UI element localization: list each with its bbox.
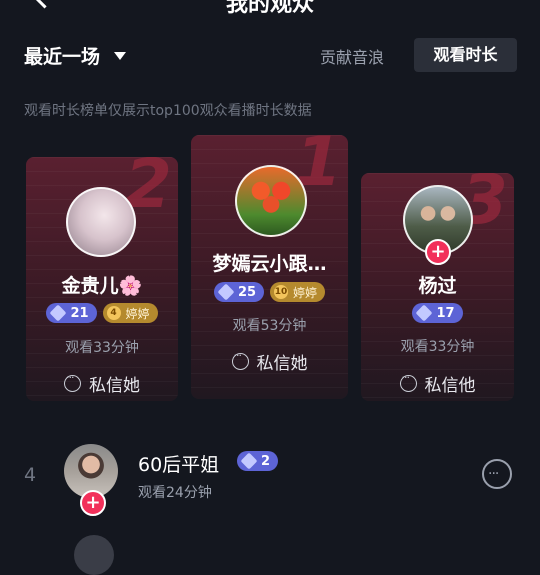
message-button-label: 私信她 xyxy=(89,376,140,396)
gem-icon xyxy=(240,452,258,470)
chat-icon[interactable]: ··· xyxy=(482,459,512,489)
message-button-label: 私信他 xyxy=(424,376,476,396)
message-button[interactable]: 私信他 xyxy=(361,371,514,396)
viewer-name: 60后平姐 xyxy=(138,454,220,476)
level-badge: 25 xyxy=(213,282,265,302)
follow-plus-icon[interactable]: + xyxy=(80,490,106,516)
chevron-down-icon xyxy=(114,51,127,60)
badge-row: 21 4 婷婷 xyxy=(26,303,178,323)
chat-icon xyxy=(231,349,249,370)
level-badge: 21 xyxy=(46,303,97,323)
level-badge: 2 xyxy=(237,451,279,471)
fan-level-icon: 4 xyxy=(106,306,121,320)
badge-row: 17 xyxy=(361,303,514,323)
avatar[interactable] xyxy=(74,535,114,575)
avatar[interactable] xyxy=(66,187,136,257)
fan-level-icon: 10 xyxy=(274,285,289,299)
watch-duration: 观看53分钟 xyxy=(232,318,307,334)
top-bar: 我的观众 xyxy=(0,0,540,18)
tab-watch-time[interactable]: 观看时长 xyxy=(414,38,517,72)
tab-contribution[interactable]: 贡献音浪 xyxy=(320,44,384,68)
viewer-name: 金贵儿🌸 xyxy=(61,275,143,297)
chat-icon xyxy=(399,371,417,392)
message-button[interactable]: 私信她 xyxy=(26,371,178,396)
message-button-label: 私信她 xyxy=(256,354,308,374)
level-badge: 17 xyxy=(412,303,463,323)
gem-icon xyxy=(49,304,67,322)
gem-icon xyxy=(217,283,235,301)
badge-row: 25 10 婷婷 xyxy=(191,282,348,302)
watch-duration: 观看33分钟 xyxy=(65,340,139,356)
top-card-2[interactable]: 2 金贵儿🌸 21 4婷婷 观看33分钟 私信她 xyxy=(26,157,178,401)
list-rank: 4 xyxy=(24,464,37,486)
watch-duration: 观看24分钟 xyxy=(138,485,212,501)
follow-plus-icon[interactable]: + xyxy=(425,239,451,265)
top-card-3[interactable]: 3 + 杨过 17 观看33分钟 私信他 xyxy=(361,173,514,401)
message-button[interactable]: 私信她 xyxy=(191,349,348,374)
period-filter[interactable]: 最近一场 xyxy=(24,42,127,69)
watch-duration: 观看33分钟 xyxy=(400,339,475,355)
period-filter-label: 最近一场 xyxy=(24,46,101,68)
ranking-notice: 观看时长榜单仅展示top100观众看播时长数据 xyxy=(24,103,312,119)
viewer-name: 杨过 xyxy=(418,275,457,297)
fan-club-badge: 4 婷婷 xyxy=(102,303,158,323)
fan-club-badge: 10 婷婷 xyxy=(270,282,326,302)
page-title: 我的观众 xyxy=(225,0,314,17)
avatar[interactable] xyxy=(235,165,307,237)
top-card-1[interactable]: 1 梦嫣云小跟… 25 10婷婷 观看53分钟 私信她 xyxy=(191,135,348,399)
gem-icon xyxy=(415,304,433,322)
viewer-name: 梦嫣云小跟… xyxy=(212,253,327,275)
chat-icon xyxy=(64,371,81,392)
